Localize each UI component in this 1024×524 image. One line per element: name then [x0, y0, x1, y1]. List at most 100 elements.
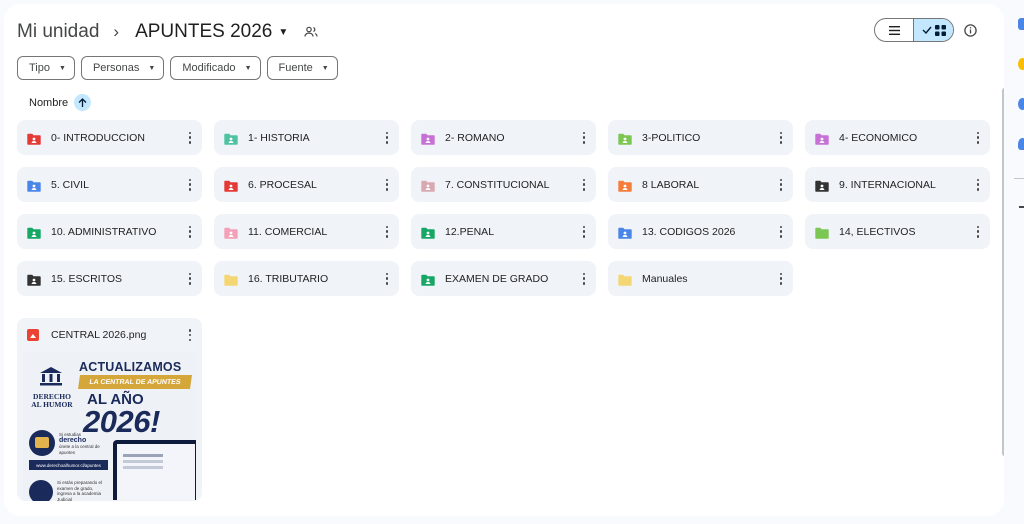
breadcrumb-root[interactable]: Mi unidad: [17, 21, 99, 43]
more-vert-icon[interactable]: [582, 272, 586, 285]
folder-card[interactable]: 16. TRIBUTARIO: [214, 261, 399, 296]
folder-card[interactable]: 3-POLITICO: [608, 120, 793, 155]
folder-card[interactable]: 5. CIVIL: [17, 167, 202, 202]
folder-name: 4- ECONOMICO: [839, 131, 918, 144]
more-vert-icon[interactable]: [976, 131, 980, 144]
more-vert-icon[interactable]: [582, 178, 586, 191]
vertical-scrollbar[interactable]: [1002, 88, 1004, 456]
arrow-up-icon[interactable]: [74, 94, 92, 111]
more-vert-icon[interactable]: [385, 178, 389, 191]
shared-folder-icon: [224, 179, 238, 192]
shared-people-icon[interactable]: [304, 25, 318, 39]
view-toggle: [874, 18, 954, 42]
book-icon: [29, 430, 55, 456]
filter-type-chip[interactable]: Tipo ▼: [17, 56, 75, 80]
more-vert-icon[interactable]: [582, 225, 586, 238]
more-vert-icon[interactable]: [188, 178, 192, 191]
folder-name: EXAMEN DE GRADO: [445, 272, 549, 285]
more-vert-icon[interactable]: [188, 131, 192, 144]
chip-label: Modificado: [182, 62, 236, 74]
caret-down-icon: ▼: [244, 64, 252, 72]
folder-card[interactable]: 8 LABORAL: [608, 167, 793, 202]
file-thumbnail[interactable]: DERECHO AL HUMOR ACTUALIZAMOS LA CENTRAL …: [23, 352, 196, 501]
caret-down-icon: ▼: [278, 26, 289, 38]
laptop-screen: [117, 444, 195, 500]
folder-card[interactable]: 10. ADMINISTRATIVO: [17, 214, 202, 249]
thumbnail-url: www.derechoalhumor.cl/apuntes: [29, 460, 108, 470]
folder-card[interactable]: 7. CONSTITUCIONAL: [411, 167, 596, 202]
shared-folder-icon: [27, 273, 41, 286]
image-file-icon: [27, 329, 39, 341]
filter-source-chip[interactable]: Fuente ▼: [266, 56, 338, 80]
thumbnail-logo: DERECHO AL HUMOR: [29, 366, 75, 409]
more-vert-icon[interactable]: [188, 225, 192, 238]
folder-name: 1- HISTORIA: [248, 131, 310, 144]
folder-name: 6. PROCESAL: [248, 178, 317, 191]
folder-card[interactable]: Manuales: [608, 261, 793, 296]
caret-down-icon: ▼: [148, 64, 156, 72]
folder-card[interactable]: 0- INTRODUCCION: [17, 120, 202, 155]
folder-card[interactable]: 15. ESCRITOS: [17, 261, 202, 296]
thumbnail-text-block-2: Si estás preparando el examen de grado, …: [57, 480, 103, 501]
checkmark-icon: [922, 26, 932, 34]
filter-people-chip[interactable]: Personas ▼: [80, 56, 165, 80]
sort-by-name[interactable]: Nombre: [29, 94, 92, 111]
sort-label: Nombre: [29, 96, 69, 109]
thumbnail-text-bold: derecho: [59, 437, 87, 444]
file-card-header: CENTRAL 2026.png: [17, 318, 202, 352]
drive-main-panel: Mi unidad › APUNTES 2026 ▼ Tipo ▼ Persona…: [4, 4, 1004, 516]
keep-icon[interactable]: [1018, 58, 1024, 70]
tasks-icon[interactable]: [1018, 98, 1024, 110]
more-vert-icon[interactable]: [582, 131, 586, 144]
more-vert-icon[interactable]: [385, 225, 389, 238]
more-vert-icon[interactable]: [779, 131, 783, 144]
grid-view-button[interactable]: [913, 19, 953, 41]
breadcrumb-current-folder[interactable]: APUNTES 2026 ▼: [135, 21, 288, 43]
folder-card[interactable]: 2- ROMANO: [411, 120, 596, 155]
chip-label: Fuente: [278, 62, 313, 74]
folder-name: 9. INTERNACIONAL: [839, 178, 936, 191]
more-vert-icon[interactable]: [779, 272, 783, 285]
filter-modified-chip[interactable]: Modificado ▼: [170, 56, 261, 80]
folder-card[interactable]: 1- HISTORIA: [214, 120, 399, 155]
folder-icon: [618, 273, 632, 286]
shared-folder-icon: [618, 179, 632, 192]
contacts-icon[interactable]: [1018, 138, 1024, 150]
more-vert-icon[interactable]: [976, 178, 980, 191]
chip-label: Tipo: [29, 62, 50, 74]
more-vert-icon[interactable]: [188, 272, 192, 285]
folder-name: 2- ROMANO: [445, 131, 505, 144]
folder-name: 11. COMERCIAL: [248, 225, 328, 238]
folder-card[interactable]: 12.PENAL: [411, 214, 596, 249]
folder-card[interactable]: 13. CODIGOS 2026: [608, 214, 793, 249]
file-card[interactable]: CENTRAL 2026.png DERECHO AL HUMOR ACTUALI…: [17, 318, 202, 501]
info-icon[interactable]: [962, 22, 978, 38]
shared-folder-icon: [27, 132, 41, 145]
list-view-button[interactable]: [875, 19, 913, 41]
folder-icon: [224, 273, 238, 286]
folder-card[interactable]: 4- ECONOMICO: [805, 120, 990, 155]
folder-name: 10. ADMINISTRATIVO: [51, 225, 157, 238]
folder-name: 15. ESCRITOS: [51, 272, 122, 285]
more-vert-icon[interactable]: [779, 178, 783, 191]
folder-card[interactable]: 9. INTERNACIONAL: [805, 167, 990, 202]
folder-name: Manuales: [642, 272, 688, 285]
more-vert-icon[interactable]: [976, 225, 980, 238]
list-view-icon: [888, 25, 900, 35]
folder-card[interactable]: 6. PROCESAL: [214, 167, 399, 202]
folder-name: 12.PENAL: [445, 225, 495, 238]
more-vert-icon[interactable]: [779, 225, 783, 238]
minus-icon[interactable]: [1019, 206, 1024, 208]
calendar-icon[interactable]: [1018, 18, 1024, 30]
folder-name: 0- INTRODUCCION: [51, 131, 145, 144]
thumbnail-headline: ACTUALIZAMOS: [79, 360, 182, 374]
more-vert-icon[interactable]: [385, 272, 389, 285]
folder-name: 16. TRIBUTARIO: [248, 272, 329, 285]
more-vert-icon[interactable]: [385, 131, 389, 144]
breadcrumb: Mi unidad › APUNTES 2026 ▼: [17, 18, 318, 46]
more-vert-icon[interactable]: [188, 329, 192, 341]
folder-card[interactable]: 11. COMERCIAL: [214, 214, 399, 249]
folder-card[interactable]: EXAMEN DE GRADO: [411, 261, 596, 296]
side-panel: [1010, 0, 1024, 524]
folder-card[interactable]: 14, ELECTIVOS: [805, 214, 990, 249]
